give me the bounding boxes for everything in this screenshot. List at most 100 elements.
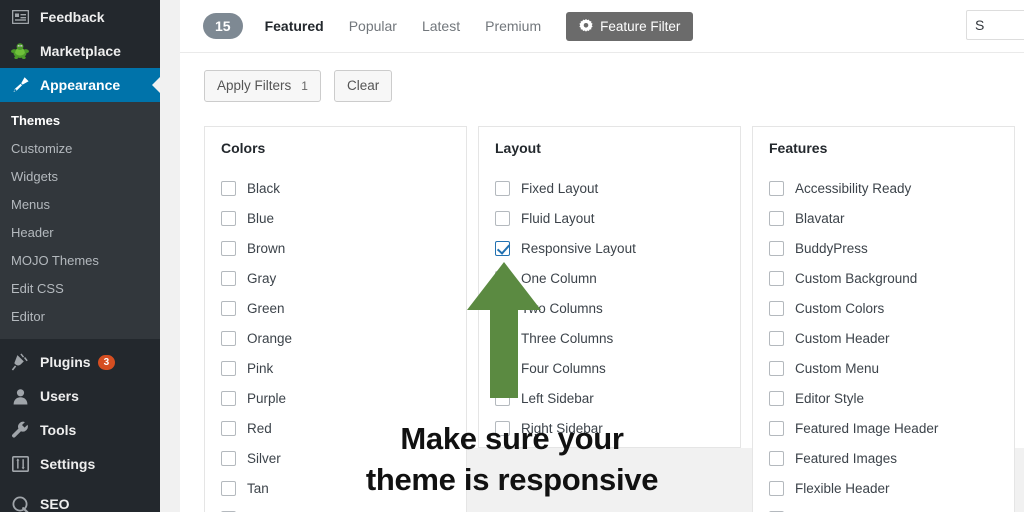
sidebar-item-tools[interactable]: Tools bbox=[0, 413, 160, 447]
checkbox-responsive-layout[interactable] bbox=[495, 240, 510, 256]
checkbox-row-features-partial[interactable] bbox=[769, 503, 998, 512]
checkbox-row-fixed-layout[interactable]: Fixed Layout bbox=[495, 173, 724, 203]
checkbox-row-left-sidebar[interactable]: Left Sidebar bbox=[495, 383, 724, 413]
checkbox-row-silver[interactable]: Silver bbox=[221, 443, 450, 473]
checkbox-row-purple[interactable]: Purple bbox=[221, 383, 450, 413]
screenshot-root: Feedback Marketplace Appearance Themes C… bbox=[0, 0, 1024, 512]
checkbox-row-fluid-layout[interactable]: Fluid Layout bbox=[495, 203, 724, 233]
checkbox-custom-background[interactable] bbox=[769, 270, 784, 286]
checkbox-featured-image-header[interactable] bbox=[769, 420, 784, 436]
sidebar-item-label: Settings bbox=[40, 456, 96, 472]
checkbox-row-pink[interactable]: Pink bbox=[221, 353, 450, 383]
checkbox-editor-style[interactable] bbox=[769, 390, 784, 406]
checkbox-label: Red bbox=[247, 420, 272, 436]
theme-count-badge: 15 bbox=[203, 13, 243, 39]
submenu-item-customize[interactable]: Customize bbox=[0, 135, 160, 163]
sidebar-item-settings[interactable]: Settings bbox=[0, 447, 160, 481]
sidebar-item-label: Users bbox=[40, 388, 79, 404]
sidebar-item-plugins[interactable]: Plugins 3 bbox=[0, 345, 160, 379]
submenu-item-mojo-themes[interactable]: MOJO Themes bbox=[0, 247, 160, 275]
tab-latest[interactable]: Latest bbox=[422, 18, 460, 34]
checkbox-row-black[interactable]: Black bbox=[221, 173, 450, 203]
checkbox-orange[interactable] bbox=[221, 330, 236, 346]
checkbox-row-one-column[interactable]: One Column bbox=[495, 263, 724, 293]
checkbox-row-three-columns[interactable]: Three Columns bbox=[495, 323, 724, 353]
checkbox-black[interactable] bbox=[221, 180, 236, 196]
sidebar-item-seo[interactable]: SEO bbox=[0, 487, 160, 512]
sidebar-item-feedback[interactable]: Feedback bbox=[0, 0, 160, 34]
checkbox-tan[interactable] bbox=[221, 480, 236, 496]
checkbox-row-custom-background[interactable]: Custom Background bbox=[769, 263, 998, 293]
filter-actions-row: Apply Filters 1 Clear bbox=[180, 53, 1024, 119]
checkbox-three-columns[interactable] bbox=[495, 330, 510, 346]
checkbox-custom-header[interactable] bbox=[769, 330, 784, 346]
checkbox-purple[interactable] bbox=[221, 390, 236, 406]
checkbox-brown[interactable] bbox=[221, 240, 236, 256]
checkbox-four-columns[interactable] bbox=[495, 360, 510, 376]
submenu-item-widgets[interactable]: Widgets bbox=[0, 163, 160, 191]
checkbox-row-orange[interactable]: Orange bbox=[221, 323, 450, 353]
checkbox-buddypress[interactable] bbox=[769, 240, 784, 256]
checkbox-row-blavatar[interactable]: Blavatar bbox=[769, 203, 998, 233]
checkbox-label: Blavatar bbox=[795, 210, 845, 226]
checkbox-custom-colors[interactable] bbox=[769, 300, 784, 316]
sidebar-item-marketplace[interactable]: Marketplace bbox=[0, 34, 160, 68]
checkbox-row-green[interactable]: Green bbox=[221, 293, 450, 323]
submenu-item-edit-css[interactable]: Edit CSS bbox=[0, 275, 160, 303]
clear-filters-button[interactable]: Clear bbox=[333, 70, 393, 102]
checkbox-row-two-columns[interactable]: Two Columns bbox=[495, 293, 724, 323]
checkbox-row-four-columns[interactable]: Four Columns bbox=[495, 353, 724, 383]
checkbox-flexible-header[interactable] bbox=[769, 480, 784, 496]
checkbox-fluid-layout[interactable] bbox=[495, 210, 510, 226]
tab-popular[interactable]: Popular bbox=[349, 18, 397, 34]
checkbox-row-custom-colors[interactable]: Custom Colors bbox=[769, 293, 998, 323]
search-input[interactable] bbox=[966, 10, 1024, 40]
tab-premium[interactable]: Premium bbox=[485, 18, 541, 34]
checkbox-row-blue[interactable]: Blue bbox=[221, 203, 450, 233]
checkbox-row-right-sidebar[interactable]: Right Sidebar bbox=[495, 413, 724, 443]
sidebar-item-users[interactable]: Users bbox=[0, 379, 160, 413]
checkbox-row-flexible-header[interactable]: Flexible Header bbox=[769, 473, 998, 503]
checkbox-pink[interactable] bbox=[221, 360, 236, 376]
checkbox-blue[interactable] bbox=[221, 210, 236, 226]
submenu-item-header[interactable]: Header bbox=[0, 219, 160, 247]
checkbox-accessibility-ready[interactable] bbox=[769, 180, 784, 196]
checkbox-left-sidebar[interactable] bbox=[495, 390, 510, 406]
checkbox-red[interactable] bbox=[221, 420, 236, 436]
checkbox-blavatar[interactable] bbox=[769, 210, 784, 226]
submenu-item-themes[interactable]: Themes bbox=[0, 107, 160, 135]
checkbox-row-custom-header[interactable]: Custom Header bbox=[769, 323, 998, 353]
checkbox-row-partial[interactable] bbox=[221, 503, 450, 512]
checkbox-row-brown[interactable]: Brown bbox=[221, 233, 450, 263]
checkbox-gray[interactable] bbox=[221, 270, 236, 286]
checkbox-row-featured-images[interactable]: Featured Images bbox=[769, 443, 998, 473]
checkbox-fixed-layout[interactable] bbox=[495, 180, 510, 196]
checkbox-label: Featured Images bbox=[795, 450, 898, 466]
appearance-submenu: Themes Customize Widgets Menus Header MO… bbox=[0, 102, 160, 339]
checkbox-row-featured-image-header[interactable]: Featured Image Header bbox=[769, 413, 998, 443]
checkbox-row-accessibility-ready[interactable]: Accessibility Ready bbox=[769, 173, 998, 203]
checkbox-right-sidebar[interactable] bbox=[495, 420, 510, 436]
checkbox-two-columns[interactable] bbox=[495, 300, 510, 316]
feature-filter-panels: Colors Black Blue Brown Gray Green Orang… bbox=[204, 126, 1024, 512]
submenu-item-menus[interactable]: Menus bbox=[0, 191, 160, 219]
checkbox-featured-images[interactable] bbox=[769, 450, 784, 466]
checkbox-row-responsive-layout[interactable]: Responsive Layout bbox=[495, 233, 724, 263]
checkbox-row-tan[interactable]: Tan bbox=[221, 473, 450, 503]
checkbox-custom-menu[interactable] bbox=[769, 360, 784, 376]
checkbox-silver[interactable] bbox=[221, 450, 236, 466]
apply-filters-button[interactable]: Apply Filters 1 bbox=[204, 70, 321, 102]
submenu-item-editor[interactable]: Editor bbox=[0, 303, 160, 331]
feedback-icon bbox=[9, 7, 31, 27]
checkbox-row-red[interactable]: Red bbox=[221, 413, 450, 443]
feature-filter-button[interactable]: Feature Filter bbox=[566, 11, 694, 41]
checkbox-row-buddypress[interactable]: BuddyPress bbox=[769, 233, 998, 263]
checkbox-row-custom-menu[interactable]: Custom Menu bbox=[769, 353, 998, 383]
checkbox-green[interactable] bbox=[221, 300, 236, 316]
checkbox-row-gray[interactable]: Gray bbox=[221, 263, 450, 293]
checkbox-one-column[interactable] bbox=[495, 270, 510, 286]
checkbox-row-editor-style[interactable]: Editor Style bbox=[769, 383, 998, 413]
themes-content-panel: 15 Featured Popular Latest Premium Featu… bbox=[180, 0, 1024, 512]
tab-featured[interactable]: Featured bbox=[265, 18, 324, 34]
sidebar-item-appearance[interactable]: Appearance bbox=[0, 68, 160, 102]
